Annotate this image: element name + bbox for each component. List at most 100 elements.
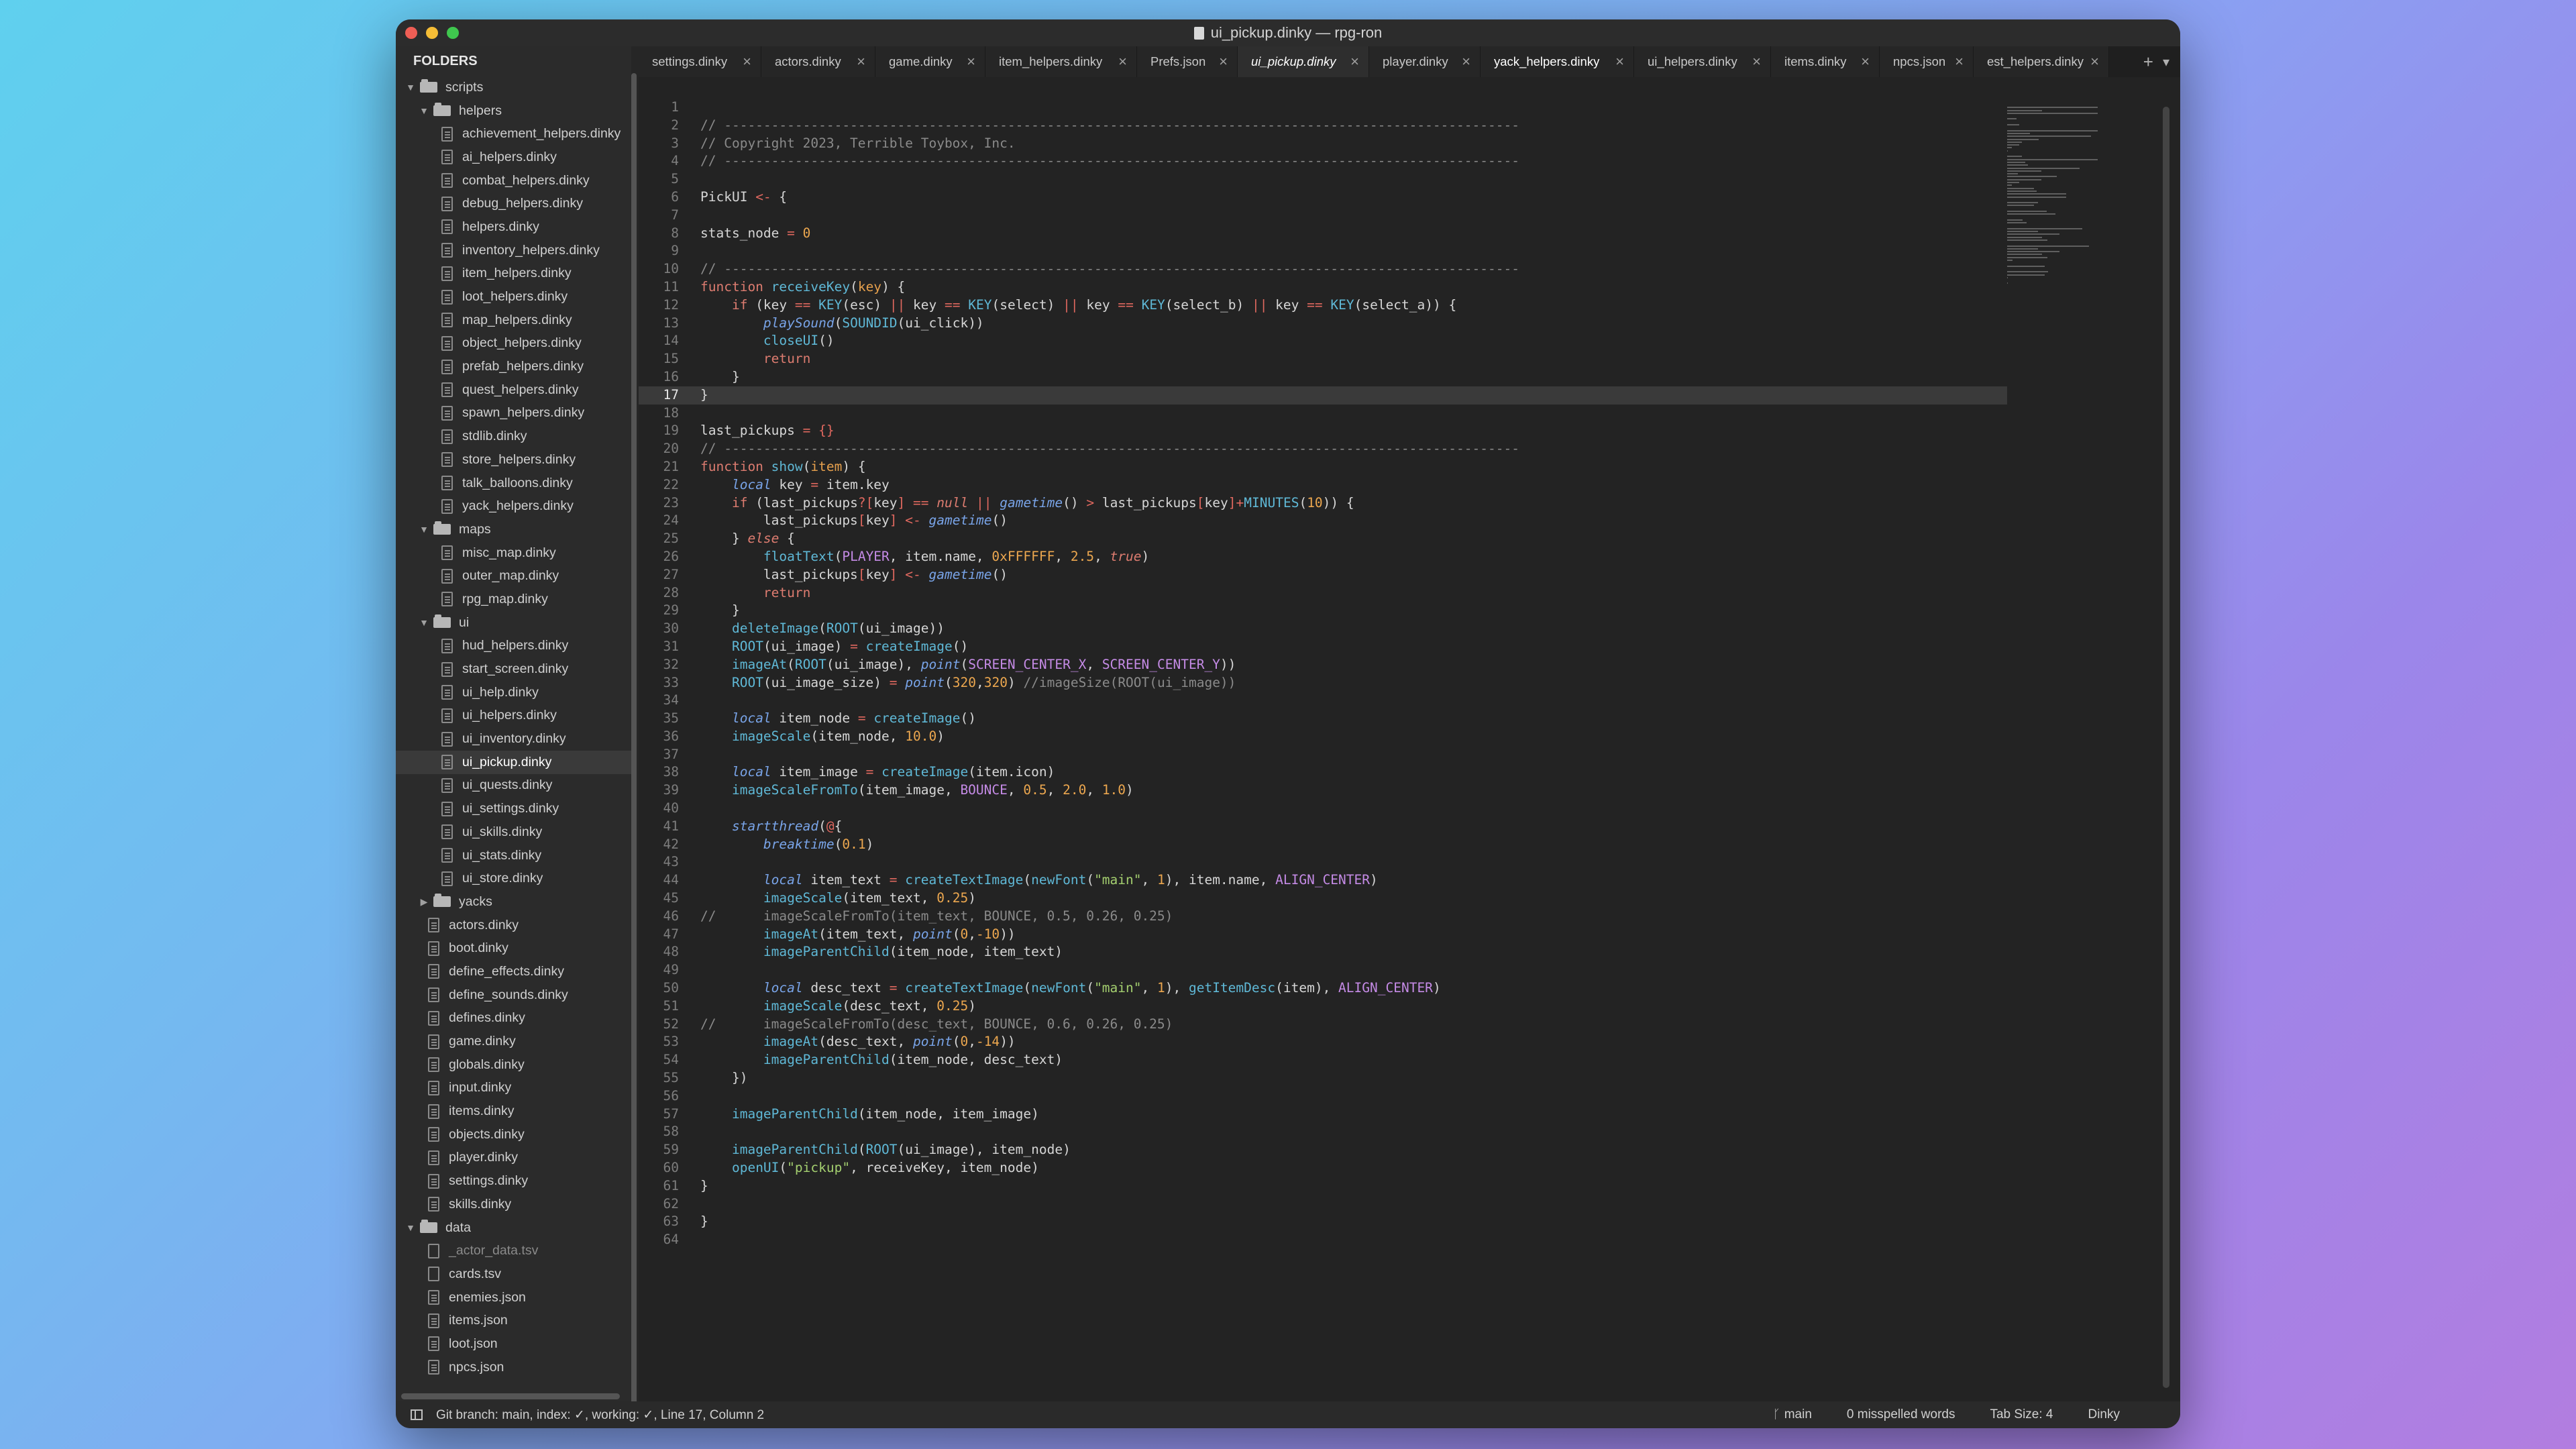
minimize-window-button[interactable] xyxy=(426,27,438,39)
editor-tab[interactable]: Prefs.json × xyxy=(1137,46,1238,77)
code-line[interactable]: 25 } else { xyxy=(639,530,2007,548)
sidebar-file[interactable]: actors.dinky xyxy=(396,914,632,937)
sidebar-file[interactable]: store_helpers.dinky xyxy=(396,448,632,472)
editor-tab[interactable]: est_helpers.dinky × xyxy=(1974,46,2109,77)
syntax-selector[interactable]: Dinky xyxy=(2088,1407,2120,1422)
code-line[interactable]: 15 return xyxy=(639,350,2007,368)
disclosure-open-icon[interactable]: ▼ xyxy=(419,524,429,535)
editor-tab[interactable]: yack_helpers.dinky × xyxy=(1481,46,1634,77)
code-line[interactable]: 39 imageScaleFromTo(item_image, BOUNCE, … xyxy=(639,782,2007,800)
code-line[interactable]: 62 xyxy=(639,1195,2007,1214)
sidebar-folder[interactable]: ▼ data xyxy=(396,1216,632,1240)
sidebar-file[interactable]: ui_help.dinky xyxy=(396,681,632,704)
sidebar-file[interactable]: globals.dinky xyxy=(396,1053,632,1077)
sidebar-file[interactable]: items.json xyxy=(396,1309,632,1332)
sidebar-file[interactable]: stdlib.dinky xyxy=(396,425,632,448)
sidebar-file[interactable]: ui_helpers.dinky xyxy=(396,704,632,728)
code-line[interactable]: 38 local item_image = createImage(item.i… xyxy=(639,763,2007,782)
minimap[interactable] xyxy=(2007,104,2141,284)
tab-menu-chevron-icon[interactable]: ▾ xyxy=(2163,54,2169,70)
sidebar-file[interactable]: talk_balloons.dinky xyxy=(396,472,632,495)
sidebar-file[interactable]: defines.dinky xyxy=(396,1007,632,1030)
sidebar-file[interactable]: game.dinky xyxy=(396,1030,632,1053)
code-line[interactable]: 34 xyxy=(639,692,2007,710)
spelling-status[interactable]: 0 misspelled words xyxy=(1847,1407,1955,1422)
tab-close-icon[interactable]: × xyxy=(1615,53,1624,70)
code-line[interactable]: 48 imageParentChild(item_node, item_text… xyxy=(639,943,2007,961)
code-line[interactable]: 18 xyxy=(639,405,2007,423)
editor-tab[interactable]: npcs.json × xyxy=(1880,46,1974,77)
sidebar-file[interactable]: start_screen.dinky xyxy=(396,657,632,681)
sidebar-file[interactable]: debug_helpers.dinky xyxy=(396,192,632,215)
sidebar-file[interactable]: loot.json xyxy=(396,1332,632,1356)
code-line[interactable]: 6 PickUI <- { xyxy=(639,189,2007,207)
sidebar-file[interactable]: inventory_helpers.dinky xyxy=(396,239,632,262)
code-line[interactable]: 10 // -----------------------------------… xyxy=(639,260,2007,278)
sidebar-file[interactable]: ui_skills.dinky xyxy=(396,820,632,844)
sidebar-file[interactable]: ai_helpers.dinky xyxy=(396,146,632,169)
code-line[interactable]: 56 xyxy=(639,1087,2007,1106)
sidebar-folder[interactable]: ▼ ui xyxy=(396,611,632,635)
tab-close-icon[interactable]: × xyxy=(743,53,751,70)
code-line[interactable]: 13 playSound(SOUNDID(ui_click)) xyxy=(639,315,2007,333)
editor-tab[interactable]: game.dinky × xyxy=(875,46,985,77)
sidebar-file[interactable]: quest_helpers.dinky xyxy=(396,378,632,402)
sidebar-file[interactable]: player.dinky xyxy=(396,1146,632,1170)
disclosure-open-icon[interactable]: ▼ xyxy=(405,82,416,93)
code-line[interactable]: 37 xyxy=(639,746,2007,764)
code-line[interactable]: 7 xyxy=(639,207,2007,225)
sidebar-file[interactable]: loot_helpers.dinky xyxy=(396,285,632,309)
tab-close-icon[interactable]: × xyxy=(1462,53,1470,70)
sidebar-file[interactable]: ui_store.dinky xyxy=(396,867,632,890)
sidebar-file[interactable]: item_helpers.dinky xyxy=(396,262,632,286)
tab-close-icon[interactable]: × xyxy=(1861,53,1870,70)
code-line[interactable]: 47 imageAt(item_text, point(0,-10)) xyxy=(639,926,2007,944)
code-line[interactable]: 33 ROOT(ui_image_size) = point(320,320) … xyxy=(639,674,2007,692)
toggle-panel-icon[interactable] xyxy=(411,1409,423,1420)
code-line[interactable]: 46 // imageScaleFromTo(item_text, BOUNCE,… xyxy=(639,908,2007,926)
sidebar-file[interactable]: define_effects.dinky xyxy=(396,960,632,983)
code-line[interactable]: 29 } xyxy=(639,602,2007,620)
sidebar-file[interactable]: ui_settings.dinky xyxy=(396,797,632,820)
code-line[interactable]: 55 }) xyxy=(639,1069,2007,1087)
editor-tab[interactable]: player.dinky × xyxy=(1369,46,1481,77)
code-line[interactable]: 22 local key = item.key xyxy=(639,476,2007,494)
sidebar-file[interactable]: _actor_data.tsv xyxy=(396,1239,632,1263)
code-line[interactable]: 58 xyxy=(639,1123,2007,1141)
tab-size-selector[interactable]: Tab Size: 4 xyxy=(1990,1407,2053,1422)
code-line[interactable]: 36 imageScale(item_node, 10.0) xyxy=(639,728,2007,746)
sidebar-file[interactable]: ui_inventory.dinky xyxy=(396,727,632,751)
editor-tab[interactable]: settings.dinky × xyxy=(639,46,761,77)
code-line[interactable]: 32 imageAt(ROOT(ui_image), point(SCREEN_… xyxy=(639,656,2007,674)
code-line[interactable]: 63} xyxy=(639,1213,2007,1231)
sidebar-file[interactable]: map_helpers.dinky xyxy=(396,309,632,332)
code-line[interactable]: 23 if (last_pickups?[key] == null || gam… xyxy=(639,494,2007,513)
code-line[interactable]: 17} xyxy=(639,386,2007,405)
sidebar-file[interactable]: object_helpers.dinky xyxy=(396,332,632,356)
code-line[interactable]: 20 // -----------------------------------… xyxy=(639,440,2007,458)
sidebar-folder[interactable]: ▶ yacks xyxy=(396,890,632,914)
code-line[interactable]: 42 breaktime(0.1) xyxy=(639,836,2007,854)
sidebar-file[interactable]: ui_quests.dinky xyxy=(396,774,632,798)
disclosure-open-icon[interactable]: ▼ xyxy=(419,105,429,116)
sidebar-file[interactable]: boot.dinky xyxy=(396,936,632,960)
sidebar-file[interactable]: define_sounds.dinky xyxy=(396,983,632,1007)
tab-close-icon[interactable]: × xyxy=(1219,53,1228,70)
code-line[interactable]: 27 last_pickups[key] <- gametime() xyxy=(639,566,2007,584)
code-line[interactable]: 57 imageParentChild(item_node, item_imag… xyxy=(639,1106,2007,1124)
sidebar-file[interactable]: combat_helpers.dinky xyxy=(396,169,632,193)
editor-tab[interactable]: items.dinky × xyxy=(1771,46,1880,77)
code-line[interactable]: 5 xyxy=(639,170,2007,189)
sidebar-file[interactable]: hud_helpers.dinky xyxy=(396,635,632,658)
code-line[interactable]: 52 // imageScaleFromTo(desc_text, BOUNCE,… xyxy=(639,1016,2007,1034)
sidebar-folder[interactable]: ▼ maps xyxy=(396,518,632,541)
sidebar-file[interactable]: achievement_helpers.dinky xyxy=(396,122,632,146)
code-line[interactable]: 16 } xyxy=(639,368,2007,386)
code-line[interactable]: 9 xyxy=(639,242,2007,260)
sidebar-file[interactable]: npcs.json xyxy=(396,1356,632,1379)
sidebar-file[interactable]: helpers.dinky xyxy=(396,215,632,239)
sidebar-file[interactable]: enemies.json xyxy=(396,1286,632,1309)
branch-indicator[interactable]: ᚴ main xyxy=(1773,1407,1812,1422)
sidebar-file[interactable]: rpg_map.dinky xyxy=(396,588,632,611)
disclosure-open-icon[interactable]: ▼ xyxy=(419,617,429,628)
